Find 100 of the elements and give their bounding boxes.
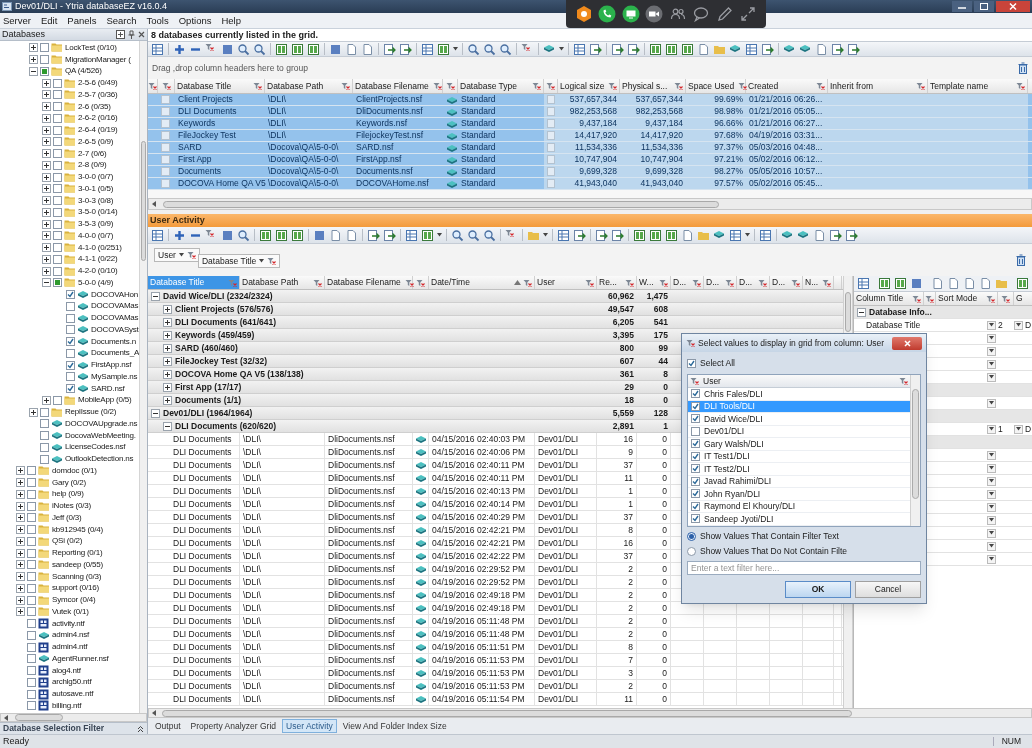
caret-icon[interactable]: [989, 557, 994, 561]
columns-icon[interactable]: [665, 42, 678, 56]
filter-icon[interactable]: [161, 82, 171, 90]
caret-icon[interactable]: [989, 453, 994, 457]
checkbox[interactable]: [547, 131, 555, 140]
caret-icon[interactable]: [559, 47, 564, 51]
checkbox[interactable]: [53, 196, 62, 206]
checkbox[interactable]: [53, 78, 62, 88]
tree-item[interactable]: MySample.ns: [91, 372, 138, 381]
group-row-label[interactable]: DLI Documents (641/641): [175, 317, 277, 327]
expand-icon[interactable]: [42, 78, 51, 88]
column-header[interactable]: W...: [639, 278, 654, 287]
tree-item[interactable]: MobileApp (0/5): [78, 396, 132, 405]
tree-item[interactable]: MigrationManager (: [65, 55, 131, 64]
filter-icon[interactable]: [445, 82, 455, 90]
filter-icon[interactable]: [253, 82, 262, 90]
chat-icon[interactable]: [692, 5, 711, 23]
checkbox[interactable]: [161, 167, 170, 176]
checkbox[interactable]: [27, 607, 36, 617]
caret-icon[interactable]: [989, 401, 994, 405]
dropdown-button[interactable]: [987, 515, 996, 525]
pen-icon[interactable]: [715, 5, 734, 23]
filter-icon[interactable]: [692, 278, 701, 287]
filter-icon[interactable]: [925, 294, 934, 303]
document-icon[interactable]: [813, 228, 826, 242]
group-row[interactable]: Database Info...: [854, 306, 1032, 319]
grid-icon[interactable]: [151, 42, 164, 56]
checkbox[interactable]: [691, 476, 700, 486]
collapse-icon[interactable]: [151, 291, 160, 301]
column-header[interactable]: Logical size: [560, 81, 605, 91]
grid-icon[interactable]: [745, 42, 758, 56]
tree-item[interactable]: 2-6-4 (0/19): [78, 126, 118, 135]
tree-item[interactable]: iNotes (0/3): [52, 502, 91, 511]
column-header[interactable]: Space Used: [688, 81, 735, 91]
document-icon[interactable]: [815, 42, 828, 56]
scrollbar[interactable]: [910, 375, 920, 526]
dropdown-button[interactable]: [987, 450, 996, 460]
checkbox[interactable]: [53, 102, 62, 112]
tree-item[interactable]: archlg50.ntf: [52, 678, 92, 687]
pin-icon[interactable]: [128, 30, 135, 39]
expand-icon[interactable]: [16, 525, 25, 535]
expand-icon[interactable]: [42, 149, 51, 159]
checkbox[interactable]: [691, 389, 700, 399]
expand-icon[interactable]: [16, 548, 25, 558]
menu-item[interactable]: Server: [3, 15, 31, 26]
checkbox[interactable]: [53, 207, 62, 217]
expand-icon[interactable]: [42, 266, 51, 276]
tree-item[interactable]: Gary (0/2): [52, 478, 86, 487]
checkbox[interactable]: [53, 149, 62, 159]
caret-icon[interactable]: [1016, 323, 1021, 327]
column-header[interactable]: D...: [673, 278, 687, 287]
radio-button[interactable]: [687, 546, 696, 556]
expand-icon[interactable]: [163, 304, 172, 314]
export-icon[interactable]: [383, 228, 396, 242]
tree-item[interactable]: Symcor (0/4): [52, 596, 96, 605]
checkbox[interactable]: [53, 184, 62, 194]
menu-item[interactable]: Edit: [41, 15, 58, 26]
checkbox[interactable]: [66, 290, 75, 300]
tree-item[interactable]: billing.ntf: [52, 701, 82, 710]
group-row-label[interactable]: Client Projects (576/576): [175, 304, 274, 314]
checkbox[interactable]: [691, 501, 700, 511]
expand-icon[interactable]: [163, 356, 172, 366]
expand-icon[interactable]: [42, 125, 51, 135]
export-icon[interactable]: [573, 228, 586, 242]
expand-icon[interactable]: [16, 466, 25, 476]
caret-icon[interactable]: [989, 362, 994, 366]
tree-item[interactable]: Documents.n: [91, 337, 136, 346]
group-row-label[interactable]: Database Info...: [869, 307, 932, 317]
columns-icon[interactable]: [894, 277, 907, 290]
grid-icon[interactable]: [729, 228, 742, 242]
table-row[interactable]: Keywords \DLI\ Keywords.nsf Standard 9,437,184 9,437,184 96.66% 01/21/2016 06:27...: [148, 118, 1032, 130]
column-header[interactable]: D...: [706, 278, 720, 287]
block-icon[interactable]: [221, 228, 234, 242]
tree-item[interactable]: 3-5-0 (0/14): [78, 208, 118, 217]
checkbox[interactable]: [547, 107, 555, 116]
filter-icon[interactable]: [608, 82, 618, 90]
checkbox[interactable]: [547, 119, 555, 128]
expand-icon[interactable]: [16, 489, 25, 499]
expand-icon[interactable]: [16, 513, 25, 523]
column-header[interactable]: Template name: [930, 81, 989, 91]
collapse-icon[interactable]: [29, 66, 38, 76]
expand-icon[interactable]: [16, 560, 25, 570]
columns-icon[interactable]: [421, 228, 434, 242]
magnifier-icon[interactable]: [499, 42, 512, 56]
expand-icon[interactable]: [42, 102, 51, 112]
tree-item[interactable]: Reporting (0/1): [52, 549, 103, 558]
group-row-label[interactable]: SARD (460/460): [175, 343, 238, 353]
checkbox[interactable]: [27, 501, 36, 511]
group-chip[interactable]: User: [154, 248, 200, 262]
scrollbar[interactable]: [139, 41, 147, 713]
tree-item[interactable]: 2-6-2 (0/16): [78, 114, 118, 123]
checkbox[interactable]: [27, 489, 36, 499]
cancel-button[interactable]: Cancel: [855, 580, 921, 598]
checkbox[interactable]: [161, 107, 170, 116]
expand-icon[interactable]: [16, 478, 25, 488]
grid-icon[interactable]: [857, 277, 870, 290]
checkbox[interactable]: [53, 219, 62, 229]
grid-icon[interactable]: [421, 42, 434, 56]
caret-icon[interactable]: [989, 479, 994, 483]
checkbox[interactable]: [27, 572, 36, 582]
